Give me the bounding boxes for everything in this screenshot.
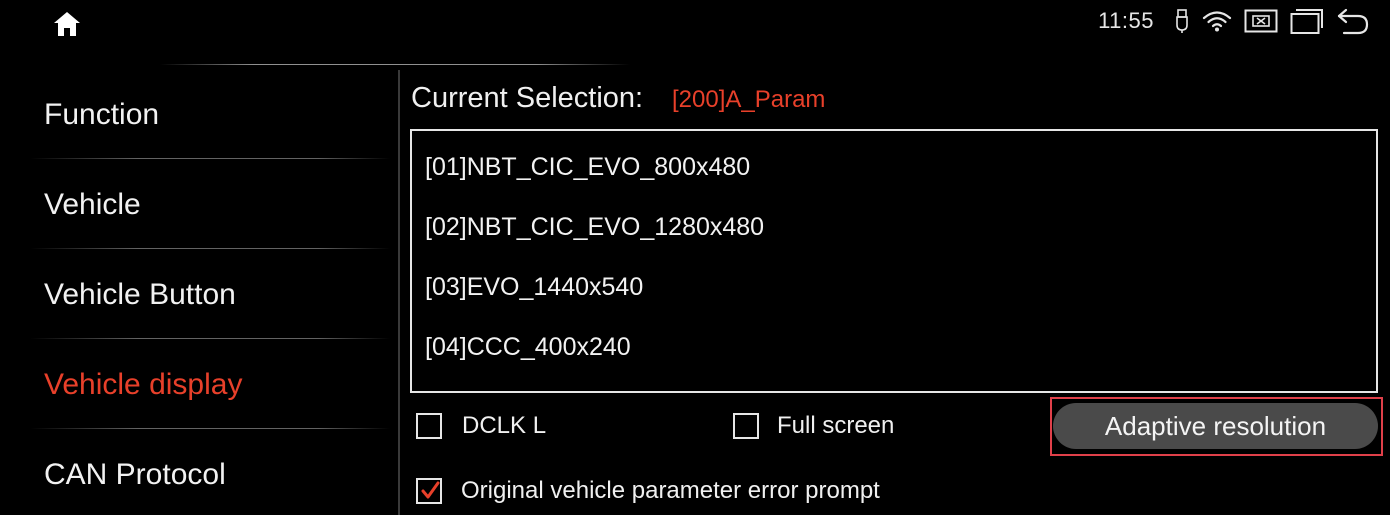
sidebar-item-vehicle-button[interactable]: Vehicle Button	[0, 250, 398, 340]
sidebar-divider	[30, 428, 390, 429]
checkmark-icon	[421, 481, 440, 499]
sidebar-divider	[30, 158, 390, 159]
checkbox-box-checked[interactable]	[416, 478, 442, 504]
sidebar: Function Vehicle Vehicle Button Vehicle …	[0, 70, 398, 515]
sidebar-item-label: Vehicle	[44, 188, 141, 221]
sidebar-divider	[30, 338, 390, 339]
sidebar-item-label: Function	[44, 98, 160, 131]
error-prompt-label: Original vehicle parameter error prompt	[461, 477, 880, 504]
usb-icon	[1174, 8, 1190, 34]
sidebar-divider	[30, 248, 390, 249]
wifi-icon	[1202, 9, 1232, 33]
full-screen-label: Full screen	[777, 412, 895, 439]
full-screen-checkbox[interactable]: Full screen	[733, 406, 894, 446]
dclk-checkbox[interactable]: DCLK L	[416, 406, 546, 446]
sidebar-item-vehicle-display[interactable]: Vehicle display	[0, 340, 398, 430]
list-item[interactable]: [04]CCC_400x240	[425, 322, 631, 372]
checkbox-box[interactable]	[416, 413, 442, 439]
dclk-label: DCLK L	[462, 412, 547, 439]
list-item[interactable]: [02]NBT_CIC_EVO_1280x480	[425, 202, 764, 252]
checkbox-box[interactable]	[733, 413, 759, 439]
current-selection-label: Current Selection:	[411, 82, 644, 114]
list-item[interactable]: [01]NBT_CIC_EVO_800x480	[425, 142, 750, 192]
screen: 11:55 Function Vehicle Vehicle Button Ve…	[0, 0, 1390, 515]
adaptive-resolution-button[interactable]: Adaptive resolution	[1053, 403, 1378, 449]
sidebar-item-label: CAN Protocol	[44, 458, 226, 491]
sidebar-item-can-protocol[interactable]: CAN Protocol	[0, 430, 398, 515]
sidebar-item-function[interactable]: Function	[0, 70, 398, 160]
home-icon	[54, 12, 80, 36]
status-bar: 11:55	[1098, 4, 1370, 38]
sidebar-item-label: Vehicle display	[44, 368, 243, 401]
list-item[interactable]: [03]EVO_1440x540	[425, 262, 643, 312]
recent-apps-icon[interactable]	[1290, 7, 1324, 35]
close-screen-icon[interactable]	[1244, 8, 1278, 34]
panel-divider	[398, 70, 400, 515]
status-time: 11:55	[1098, 8, 1154, 33]
back-icon[interactable]	[1336, 6, 1370, 36]
home-button[interactable]	[50, 8, 84, 40]
sidebar-item-label: Vehicle Button	[44, 278, 236, 311]
error-prompt-checkbox[interactable]: Original vehicle parameter error prompt	[416, 471, 880, 511]
sidebar-item-vehicle[interactable]: Vehicle	[0, 160, 398, 250]
current-selection-value: [200]A_Param	[672, 86, 826, 113]
header-divider	[160, 64, 630, 65]
resolution-list[interactable]: [01]NBT_CIC_EVO_800x480 [02]NBT_CIC_EVO_…	[410, 129, 1378, 393]
